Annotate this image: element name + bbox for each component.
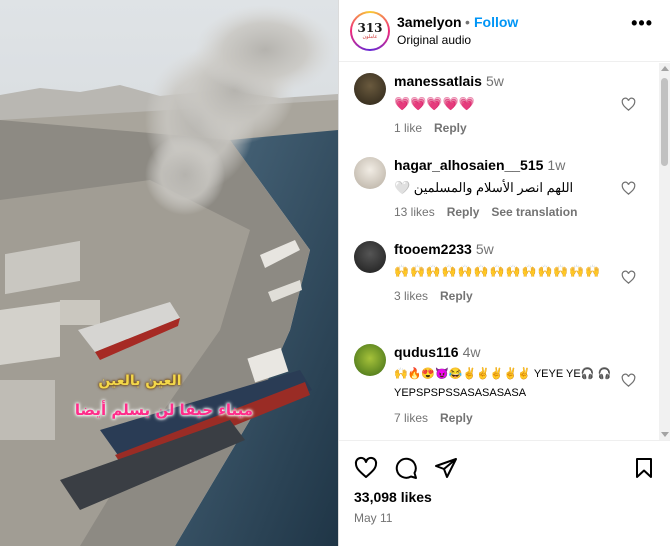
post-likes-count[interactable]: 33,098 likes (354, 489, 432, 505)
avatar-logo-text: 313 (357, 21, 383, 35)
harbor-image (0, 0, 338, 546)
comment-username[interactable]: manessatlais (394, 73, 482, 89)
post-footer: 33,098 likes May 11 (339, 440, 670, 546)
scroll-down-arrow-icon[interactable] (661, 432, 669, 437)
share-icon[interactable] (434, 456, 458, 480)
post-date[interactable]: May 11 (354, 511, 392, 525)
comment-text: 🙌🔥😍😈😂✌✌✌✌✌ YEYE YE🎧 🎧 YEPSPSPSSASASASASA (394, 368, 612, 399)
post-username[interactable]: 3amelyon (397, 14, 462, 30)
comment-text: 🙌🙌🙌🙌🙌🙌🙌🙌🙌🙌🙌🙌🙌 (394, 264, 602, 278)
heart-icon[interactable] (621, 97, 636, 112)
avatar-logo-subtext: عاملون (362, 34, 378, 40)
comment-text: اللهم انصر الأسلام والمسلمين 🤍 (394, 180, 574, 195)
comment-time[interactable]: 4w (463, 344, 481, 360)
comments-list[interactable]: manessatlais 5w 💗💗💗💗💗 1 like Reply hagar_a… (339, 63, 659, 440)
heart-icon[interactable] (621, 181, 636, 196)
comment-username[interactable]: ftooem2233 (394, 241, 472, 257)
comment-likes[interactable]: 7 likes (394, 411, 428, 425)
heart-icon[interactable] (621, 270, 636, 285)
comment-text: 💗💗💗💗💗 (394, 96, 475, 111)
commenter-avatar[interactable] (354, 157, 386, 189)
comment-likes[interactable]: 3 likes (394, 289, 428, 303)
post-header: 313 عاملون 3amelyon • Follow Original au… (339, 0, 670, 62)
heart-icon[interactable] (621, 373, 636, 388)
commenter-avatar[interactable] (354, 241, 386, 273)
comment-time[interactable]: 5w (476, 241, 494, 257)
comment-icon[interactable] (394, 456, 418, 480)
scrollbar-thumb[interactable] (661, 78, 668, 166)
comment-likes[interactable]: 1 like (394, 121, 422, 135)
reply-button[interactable]: Reply (440, 411, 473, 425)
commenter-avatar[interactable] (354, 73, 386, 105)
commenter-avatar[interactable] (354, 344, 386, 376)
audio-link[interactable]: Original audio (397, 33, 471, 47)
more-options-icon[interactable]: ••• (631, 14, 653, 32)
comments-scrollbar[interactable] (659, 63, 670, 440)
post-media[interactable]: العين بالعين ميناء حيفا لن يسلم أيضا (0, 0, 338, 546)
separator-dot: • (465, 14, 470, 30)
scroll-up-arrow-icon[interactable] (661, 66, 669, 71)
caption-line-1: العين بالعين (98, 373, 182, 389)
reply-button[interactable]: Reply (447, 205, 480, 219)
comment-time[interactable]: 1w (547, 157, 565, 173)
reply-button[interactable]: Reply (440, 289, 473, 303)
avatar[interactable]: 313 عاملون (350, 11, 390, 51)
caption-line-2: ميناء حيفا لن يسلم أيضا (74, 401, 254, 419)
follow-button[interactable]: Follow (474, 14, 518, 30)
see-translation-button[interactable]: See translation (491, 205, 577, 219)
comment-likes[interactable]: 13 likes (394, 205, 435, 219)
comment-username[interactable]: qudus116 (394, 344, 459, 360)
heart-icon[interactable] (354, 456, 378, 480)
reply-button[interactable]: Reply (434, 121, 467, 135)
comment-username[interactable]: hagar_alhosaien__515 (394, 157, 543, 173)
bookmark-icon[interactable] (632, 456, 656, 480)
comment-time[interactable]: 5w (486, 73, 504, 89)
